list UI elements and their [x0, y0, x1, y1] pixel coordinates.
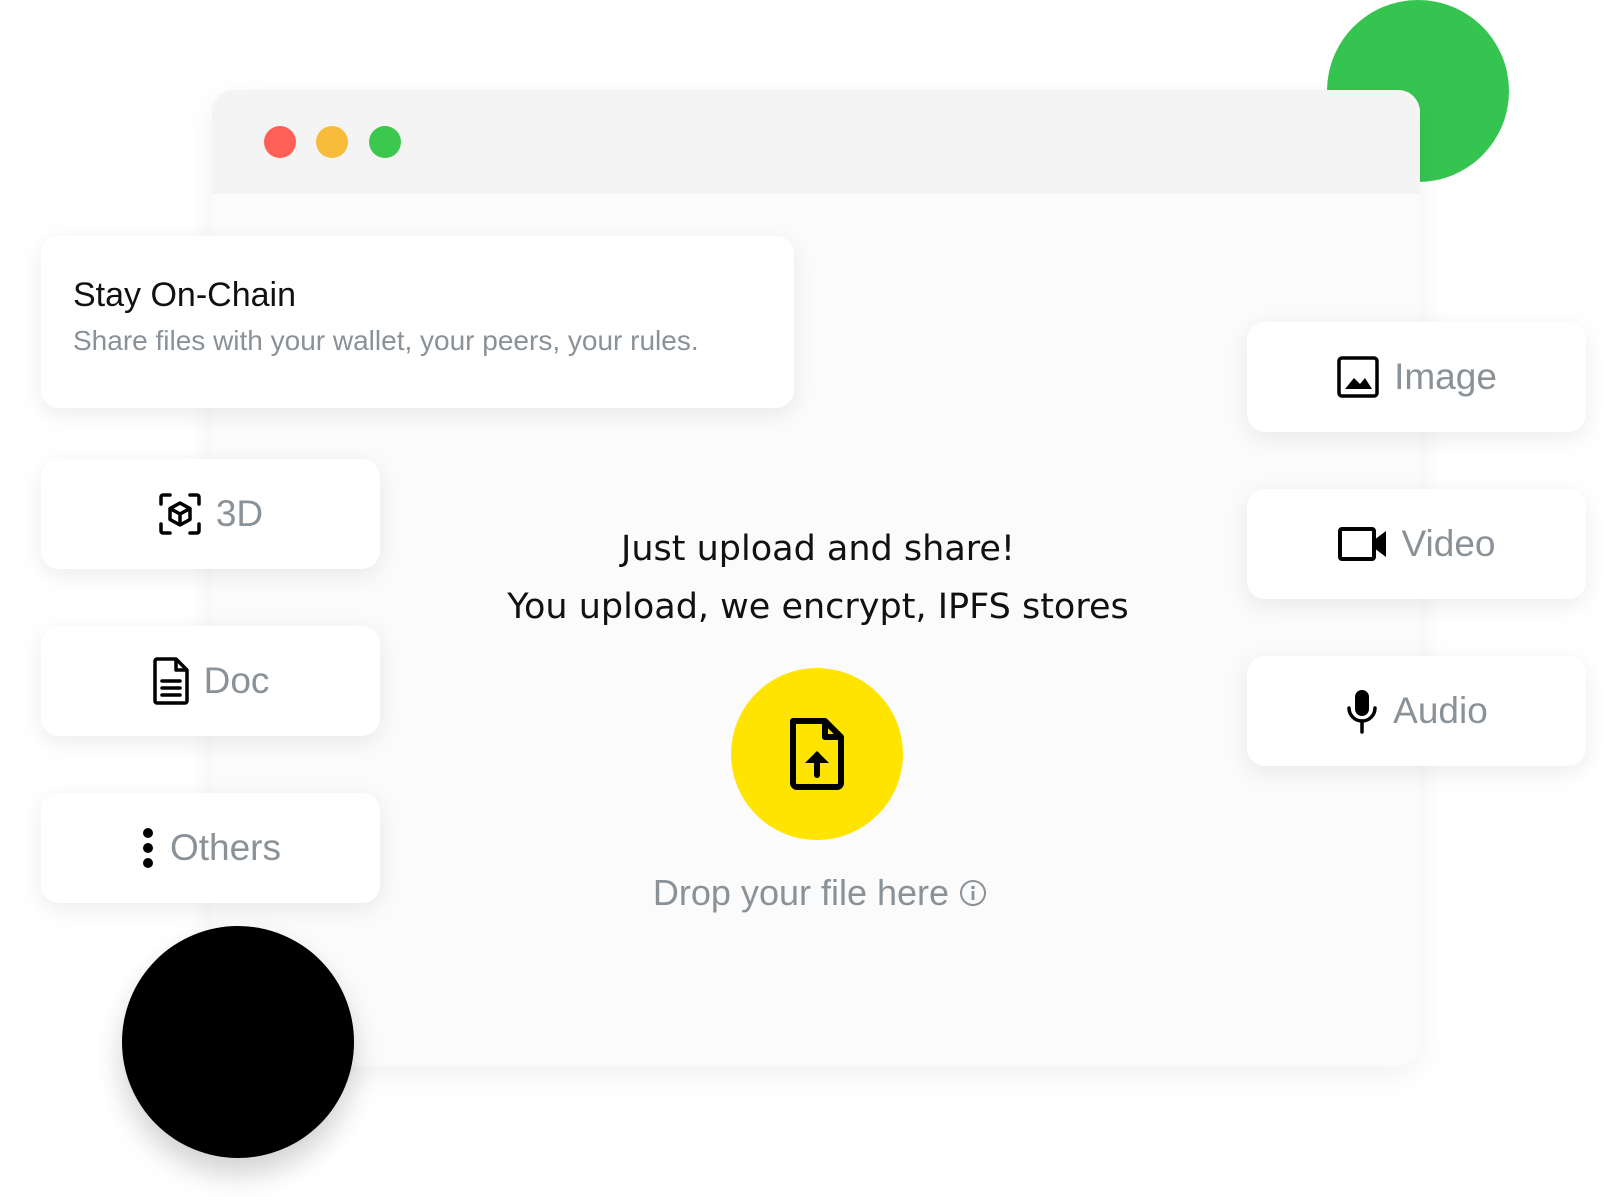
- file-type-3d[interactable]: 3D: [41, 459, 380, 569]
- window-titlebar: [212, 90, 1420, 194]
- upload-description: You upload, we encrypt, IPFS stores: [507, 587, 1129, 627]
- upload-heading: Just upload and share!: [621, 529, 1015, 569]
- file-type-image[interactable]: Image: [1247, 322, 1586, 432]
- decorative-black-circle: [122, 926, 354, 1158]
- upload-file-button[interactable]: [731, 668, 903, 840]
- file-type-doc[interactable]: Doc: [41, 626, 380, 736]
- info-icon[interactable]: [959, 872, 987, 918]
- window-maximize-button[interactable]: [369, 126, 401, 158]
- microphone-icon: [1345, 688, 1379, 734]
- drop-label-text: Drop your file here: [652, 872, 950, 913]
- stay-on-chain-card: Stay On-Chain Share files with your wall…: [41, 236, 794, 408]
- video-camera-icon: [1337, 526, 1388, 562]
- upload-prompt: Just upload and share! You upload, we en…: [380, 520, 1256, 636]
- cube-scan-icon: [158, 492, 202, 536]
- image-icon: [1336, 355, 1380, 399]
- file-type-label: Audio: [1393, 690, 1488, 731]
- file-type-others[interactable]: Others: [41, 793, 380, 903]
- more-vertical-icon: [140, 827, 156, 869]
- card-subtitle: Share files with your wallet, your peers…: [73, 325, 699, 356]
- file-type-label: 3D: [215, 493, 264, 534]
- document-icon: [152, 657, 190, 705]
- window-close-button[interactable]: [264, 126, 296, 158]
- file-type-label: Video: [1401, 523, 1496, 564]
- file-type-label: Image: [1394, 356, 1497, 397]
- file-upload-icon: [790, 718, 844, 790]
- drop-zone-label[interactable]: Drop your file here: [600, 870, 1040, 918]
- file-type-audio[interactable]: Audio: [1247, 656, 1586, 766]
- file-type-label: Doc: [203, 660, 270, 701]
- file-type-label: Others: [169, 827, 282, 868]
- window-minimize-button[interactable]: [316, 126, 348, 158]
- card-title: Stay On-Chain: [73, 276, 296, 314]
- file-type-video[interactable]: Video: [1247, 489, 1586, 599]
